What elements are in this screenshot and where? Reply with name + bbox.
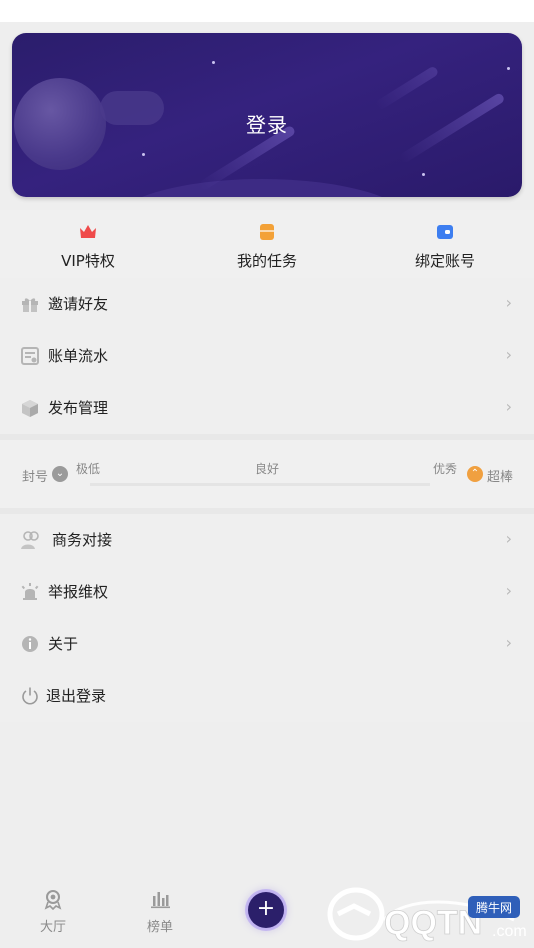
secondary-menu: 商务对接 › 举报维权 › 关于 › 退出登录 <box>0 514 534 722</box>
chevron-right-icon: › <box>505 581 512 600</box>
menu-item-publish-management[interactable]: 发布管理 › <box>0 382 534 434</box>
logout-button[interactable]: 退出登录 <box>0 670 534 722</box>
menu-item-about[interactable]: 关于 › <box>0 618 534 670</box>
star-decoration <box>507 67 510 70</box>
vip-privilege-button[interactable]: VIP特权 <box>28 222 148 271</box>
nav-tab-rankings[interactable]: 榜单 <box>125 888 195 935</box>
gift-icon <box>22 298 38 312</box>
menu-item-bill-records[interactable]: 账单流水 › <box>0 330 534 382</box>
chevron-right-icon: › <box>505 529 512 548</box>
my-tasks-button[interactable]: 我的任务 <box>207 222 327 271</box>
rating-level-good: 良好 <box>255 462 280 476</box>
rating-level-excellent: 优秀 <box>433 462 458 476</box>
meteor-decoration <box>374 65 440 111</box>
menu-item-business-contact[interactable]: 商务对接 › <box>0 514 534 566</box>
menu-item-label: 商务对接 <box>52 531 113 549</box>
qqtn-watermark-logo: QQTN .com 腾牛网 <box>327 887 527 942</box>
task-box-icon <box>260 224 274 240</box>
star-decoration <box>212 61 215 64</box>
chevron-right-icon: › <box>505 633 512 652</box>
info-icon <box>22 636 38 652</box>
nav-tab-label: 大厅 <box>39 920 66 935</box>
login-banner[interactable]: 登录 <box>12 33 522 197</box>
chevron-right-icon: › <box>505 345 512 364</box>
down-arrow-icon: ⌄ <box>52 466 68 482</box>
quick-actions: VIP特权 我的任务 绑定账号 <box>0 210 534 282</box>
business-contact-icon <box>21 531 39 549</box>
menu-item-label: 发布管理 <box>48 399 109 417</box>
menu-item-label: 关于 <box>48 635 79 653</box>
rating-level-low: 极低 <box>76 462 101 476</box>
my-tasks-label: 我的任务 <box>236 252 297 270</box>
rating-left-label: 封号 <box>22 470 49 485</box>
chevron-right-icon: › <box>505 293 512 312</box>
login-button[interactable]: 登录 <box>12 109 522 138</box>
alarm-icon <box>21 583 39 600</box>
vip-privilege-label: VIP特权 <box>61 252 115 270</box>
horizon-decoration <box>112 179 412 197</box>
nav-tab-hall[interactable]: 大厅 <box>18 888 88 935</box>
svg-text:腾牛网: 腾牛网 <box>476 900 512 915</box>
primary-menu: 邀请好友 › 账单流水 › 发布管理 › <box>0 278 534 434</box>
star-decoration <box>142 153 145 156</box>
star-decoration <box>422 173 425 176</box>
menu-item-label: 邀请好友 <box>48 295 109 313</box>
chevron-right-icon: › <box>505 397 512 416</box>
menu-item-label: 举报维权 <box>48 583 109 601</box>
chart-bars-icon <box>151 892 170 909</box>
cube-icon <box>22 400 38 417</box>
bill-icon <box>21 347 39 365</box>
status-bar <box>0 0 534 22</box>
wallet-icon <box>437 225 453 239</box>
bind-account-button[interactable]: 绑定账号 <box>385 222 505 271</box>
bind-account-label: 绑定账号 <box>414 252 475 270</box>
nav-tab-label: 榜单 <box>146 920 173 935</box>
publish-plus-button[interactable]: + <box>248 892 284 928</box>
menu-item-invite-friends[interactable]: 邀请好友 › <box>0 278 534 330</box>
power-icon <box>22 687 38 705</box>
svg-text:.com: .com <box>492 923 527 940</box>
menu-item-report-rights[interactable]: 举报维权 › <box>0 566 534 618</box>
rating-right-label: 超棒 <box>487 470 514 485</box>
up-arrow-icon: ⌃ <box>467 466 483 482</box>
logout-label: 退出登录 <box>46 687 107 705</box>
hall-icon <box>44 890 62 910</box>
svg-text:QQTN: QQTN <box>384 904 482 942</box>
rating-track <box>90 483 430 486</box>
account-rating-bar: 封号 ⌄ 极低 良好 优秀 ⌃ 超棒 <box>0 440 534 512</box>
menu-item-label: 账单流水 <box>48 347 109 365</box>
crown-icon <box>80 225 96 238</box>
